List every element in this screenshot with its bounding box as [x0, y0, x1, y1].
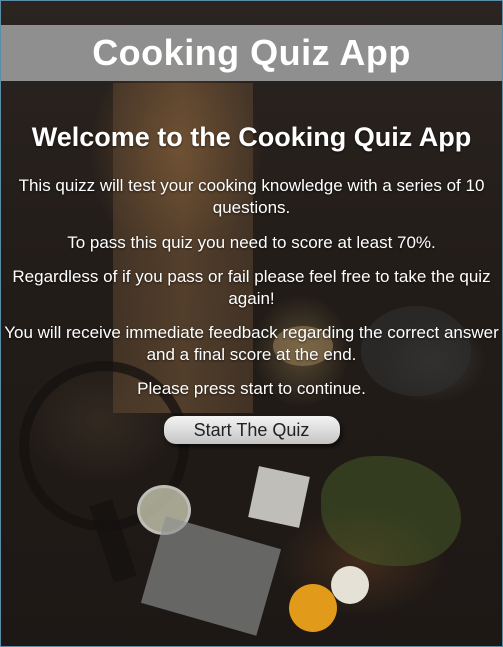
feedback-paragraph: You will receive immediate feedback rega…	[4, 322, 499, 364]
intro-paragraph: This quizz will test your cooking knowle…	[18, 176, 485, 218]
background-salt-dish	[248, 466, 310, 528]
welcome-section: Welcome to the Cooking Quiz App This qui…	[1, 121, 502, 445]
retake-paragraph: Regardless of if you pass or fail please…	[12, 266, 491, 308]
background-herbs	[321, 456, 461, 566]
start-quiz-button[interactable]: Start The Quiz	[163, 416, 340, 445]
background-cleaver	[140, 516, 282, 636]
background-orange	[289, 584, 337, 632]
continue-instruction: Please press start to continue.	[137, 379, 366, 399]
app-window: Cooking Quiz App Welcome to the Cooking …	[0, 0, 503, 647]
header-bar: Cooking Quiz App	[1, 25, 502, 81]
pass-requirement-paragraph: To pass this quiz you need to score at l…	[67, 232, 436, 252]
welcome-heading: Welcome to the Cooking Quiz App	[31, 122, 472, 152]
background-garlic	[331, 566, 369, 604]
app-title: Cooking Quiz App	[92, 32, 411, 73]
